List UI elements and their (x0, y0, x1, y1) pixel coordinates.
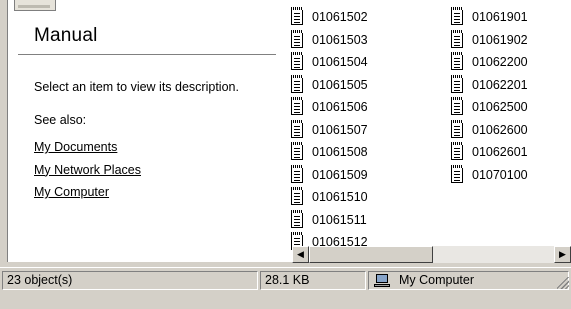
text-file-icon (451, 97, 463, 116)
text-file-icon (451, 164, 463, 183)
text-file-icon (291, 164, 303, 183)
text-file-icon (451, 74, 463, 93)
file-name: 01061901 (472, 10, 528, 25)
file-list: 01061502 01061503 01061504 01061505 01061506… (282, 0, 571, 262)
file-name: 01061508 (312, 145, 368, 160)
status-zone: My Computer (368, 271, 569, 290)
status-size: 28.1 KB (260, 271, 366, 290)
file-name: 01062500 (472, 100, 528, 115)
file-name: 01061503 (312, 32, 368, 47)
text-file-icon (451, 142, 463, 161)
file-item[interactable]: 01070100 (451, 164, 528, 187)
text-file-icon (291, 52, 303, 71)
file-name: 01061509 (312, 167, 368, 182)
file-item[interactable]: 01061509 (291, 164, 368, 187)
description-text: Select an item to view its description. (34, 80, 239, 94)
see-also-label: See also: (34, 113, 87, 127)
file-column-1: 01061502 01061503 01061504 01061505 01061506… (291, 6, 368, 254)
file-item[interactable]: 01061504 (291, 51, 368, 74)
file-item[interactable]: 01061511 (291, 209, 368, 232)
text-file-icon (451, 7, 463, 26)
file-name: 01061505 (312, 77, 368, 92)
file-item[interactable]: 01062200 (451, 51, 528, 74)
scroll-left-button[interactable]: ◀ (292, 246, 309, 263)
file-item[interactable]: 01061502 (291, 6, 368, 29)
file-item[interactable]: 01061505 (291, 74, 368, 97)
scroll-thumb[interactable] (309, 246, 433, 263)
scroll-right-arrow-icon: ▶ (559, 249, 566, 259)
text-file-icon (291, 97, 303, 116)
file-item[interactable]: 01061508 (291, 141, 368, 164)
file-name: 01061506 (312, 100, 368, 115)
file-item[interactable]: 01062601 (451, 141, 528, 164)
file-name: 01062201 (472, 77, 528, 92)
file-name: 01061902 (472, 32, 528, 47)
scroll-right-button[interactable]: ▶ (554, 246, 571, 263)
folder-title: Manual (34, 25, 98, 46)
status-object-count: 23 object(s) (2, 271, 258, 290)
text-file-icon (291, 187, 303, 206)
file-name: 01062200 (472, 55, 528, 70)
file-column-2: 01061901 01061902 01062200 01062201 01062500… (451, 6, 528, 186)
explorer-window: Manual Select an item to view its descri… (0, 0, 571, 309)
file-item[interactable]: 01062201 (451, 74, 528, 97)
link-my-network-places[interactable]: My Network Places (34, 159, 141, 182)
file-name: 01061511 (312, 212, 367, 227)
resize-grip[interactable] (557, 277, 569, 289)
file-item[interactable]: 01061503 (291, 29, 368, 52)
file-item[interactable]: 01062500 (451, 96, 528, 119)
file-name: 01070100 (472, 167, 528, 182)
text-file-icon (291, 142, 303, 161)
text-file-icon (291, 7, 303, 26)
see-also-links: My Documents My Network Places My Comput… (34, 136, 141, 204)
file-item[interactable]: 01061506 (291, 96, 368, 119)
text-file-icon (291, 119, 303, 138)
file-name: 01061510 (312, 190, 368, 205)
file-name: 01061502 (312, 10, 368, 25)
title-divider (18, 54, 276, 55)
file-item[interactable]: 01061902 (451, 29, 528, 52)
status-bar: 23 object(s) 28.1 KB My Computer (0, 267, 571, 309)
horizontal-scrollbar[interactable]: ◀ ▶ (292, 246, 571, 263)
file-item[interactable]: 01062600 (451, 119, 528, 142)
task-pane: Manual Select an item to view its descri… (7, 0, 283, 262)
computer-icon (374, 274, 392, 288)
file-name: 01061504 (312, 55, 368, 70)
file-name: 01062600 (472, 122, 528, 137)
text-file-icon (291, 74, 303, 93)
text-file-icon (451, 29, 463, 48)
link-my-computer[interactable]: My Computer (34, 181, 141, 204)
file-item[interactable]: 01061507 (291, 119, 368, 142)
text-file-icon (291, 29, 303, 48)
file-item[interactable]: 01061901 (451, 6, 528, 29)
text-file-icon (291, 209, 303, 228)
folder-icon (14, 0, 56, 11)
file-item[interactable]: 01061510 (291, 186, 368, 209)
link-my-documents[interactable]: My Documents (34, 136, 141, 159)
text-file-icon (451, 52, 463, 71)
text-file-icon (451, 119, 463, 138)
scroll-left-arrow-icon: ◀ (297, 249, 304, 259)
file-name: 01061507 (312, 122, 368, 137)
status-zone-label: My Computer (399, 273, 475, 287)
file-name: 01062601 (472, 145, 528, 160)
